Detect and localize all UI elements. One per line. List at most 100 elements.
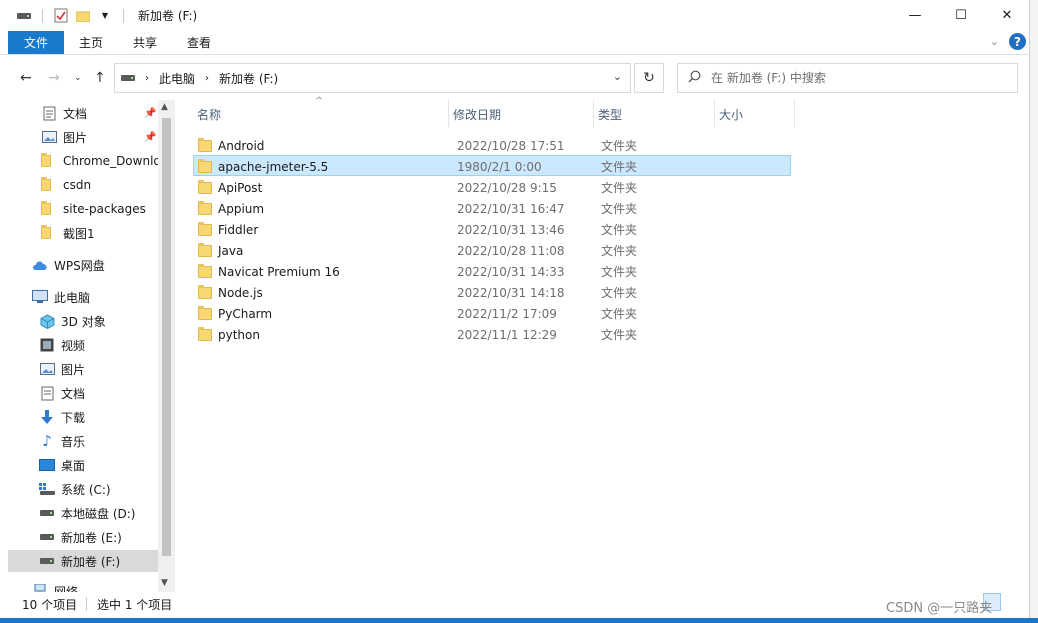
- file-row[interactable]: Navicat Premium 16 2022/10/31 14:33 文件夹: [193, 260, 791, 281]
- file-date-cell: 2022/11/2 17:09: [457, 306, 557, 321]
- scroll-down-icon[interactable]: ▼: [161, 578, 168, 588]
- nav-item-csdn[interactable]: csdn: [8, 174, 158, 196]
- breadcrumb-drive-f[interactable]: 新加卷 (F:): [219, 70, 278, 87]
- cloud-icon: [32, 257, 48, 273]
- nav-item-drive-d[interactable]: 本地磁盘 (D:): [8, 502, 158, 524]
- file-row[interactable]: ApiPost 2022/10/28 9:15 文件夹: [193, 176, 791, 197]
- system-drive-icon: [39, 481, 55, 497]
- folder-icon: [41, 177, 57, 193]
- refresh-button[interactable]: ↻: [634, 63, 664, 93]
- customize-toolbar-icon[interactable]: ▼: [97, 8, 113, 24]
- address-bar[interactable]: › 此电脑 › 新加卷 (F:) ⌄: [114, 63, 631, 93]
- nav-item-drive-f[interactable]: 新加卷 (F:): [8, 550, 158, 572]
- nav-item-pictures[interactable]: 图片 📌: [8, 126, 158, 148]
- close-button[interactable]: ✕: [984, 0, 1030, 31]
- nav-item-network[interactable]: 网络: [8, 580, 158, 592]
- file-date-cell: 2022/10/28 17:51: [457, 138, 565, 153]
- navigation-pane: 文档 📌 图片 📌 Chrome_Downloads csdn site-pac…: [8, 100, 158, 592]
- file-row[interactable]: Node.js 2022/10/31 14:18 文件夹: [193, 281, 791, 302]
- recent-locations-chevron-icon[interactable]: ⌄: [74, 73, 82, 83]
- nav-item-wps-cloud[interactable]: WPS网盘: [8, 254, 158, 276]
- file-type-cell: 文件夹: [601, 328, 638, 342]
- column-header-size[interactable]: 大小: [715, 100, 795, 128]
- nav-item-documents-pc[interactable]: 文档: [8, 382, 158, 404]
- nav-item-this-pc[interactable]: 此电脑: [8, 286, 158, 308]
- file-name-cell: Android: [198, 135, 264, 156]
- file-row[interactable]: Java 2022/10/28 11:08 文件夹: [193, 239, 791, 260]
- tab-home[interactable]: 主页: [64, 31, 118, 54]
- breadcrumb-this-pc[interactable]: 此电脑: [159, 70, 195, 87]
- forward-arrow-icon[interactable]: →: [48, 70, 60, 86]
- drive-icon: [39, 529, 55, 545]
- item-count: 10 个项目: [22, 597, 78, 612]
- file-name-cell: Fiddler: [198, 219, 258, 240]
- properties-icon[interactable]: [53, 8, 69, 24]
- download-icon: [39, 409, 55, 425]
- tab-share[interactable]: 共享: [118, 31, 172, 54]
- tab-file[interactable]: 文件: [8, 31, 64, 54]
- tab-view[interactable]: 查看: [172, 31, 226, 54]
- nav-item-downloads[interactable]: 下载: [8, 406, 158, 428]
- file-type-cell: 文件夹: [601, 265, 638, 279]
- title-bar: ▼ 新加卷 (F:) — ☐ ✕: [0, 0, 1030, 31]
- pictures-icon: [41, 129, 57, 145]
- nav-item-drive-e[interactable]: 新加卷 (E:): [8, 526, 158, 548]
- file-date-cell: 2022/10/31 14:33: [457, 264, 565, 279]
- file-date-cell: 2022/11/1 12:29: [457, 327, 557, 342]
- file-row[interactable]: Android 2022/10/28 17:51 文件夹: [193, 134, 791, 155]
- up-arrow-icon[interactable]: ↑: [94, 70, 106, 86]
- file-name-cell: ApiPost: [198, 177, 262, 198]
- nav-item-music[interactable]: ♪ 音乐: [8, 430, 158, 452]
- pictures-icon: [39, 361, 55, 377]
- folder-icon: [41, 201, 57, 217]
- folder-icon: [198, 242, 212, 257]
- nav-pane-scrollbar[interactable]: ▲ ▼: [158, 100, 175, 592]
- nav-item-desktop[interactable]: 桌面: [8, 454, 158, 476]
- search-input[interactable]: [711, 71, 1001, 85]
- column-header-date[interactable]: 修改日期: [449, 100, 594, 128]
- column-header-name[interactable]: 名称 ^: [193, 96, 449, 128]
- breadcrumb-separator-icon: ›: [205, 72, 210, 84]
- search-box[interactable]: [677, 63, 1018, 93]
- pin-icon[interactable]: 📌: [144, 132, 156, 143]
- file-row[interactable]: PyCharm 2022/11/2 17:09 文件夹: [193, 302, 791, 323]
- desktop-icon: [39, 457, 55, 473]
- folder-icon: [198, 158, 212, 173]
- file-row[interactable]: Fiddler 2022/10/31 13:46 文件夹: [193, 218, 791, 239]
- file-row[interactable]: python 2022/11/1 12:29 文件夹: [193, 323, 791, 344]
- nav-item-documents[interactable]: 文档 📌: [8, 102, 158, 124]
- nav-item-screenshots[interactable]: 截图1: [8, 222, 158, 244]
- back-arrow-icon[interactable]: ←: [20, 70, 32, 86]
- column-header-type[interactable]: 类型: [594, 100, 715, 128]
- document-icon: [39, 385, 55, 401]
- address-dropdown-icon[interactable]: ⌄: [613, 70, 622, 83]
- nav-item-pictures-pc[interactable]: 图片: [8, 358, 158, 380]
- nav-item-3d-objects[interactable]: 3D 对象: [8, 310, 158, 332]
- nav-item-drive-c[interactable]: 系统 (C:): [8, 478, 158, 500]
- file-type-cell: 文件夹: [601, 202, 638, 216]
- nav-item-videos[interactable]: 视频: [8, 334, 158, 356]
- sort-ascending-icon: ^: [315, 96, 324, 107]
- file-row[interactable]: apache-jmeter-5.5 1980/2/1 0:00 文件夹: [193, 155, 791, 176]
- toolbar-divider: [123, 8, 124, 23]
- scroll-up-icon[interactable]: ▲: [161, 102, 168, 112]
- search-icon: [688, 70, 701, 86]
- file-name-cell: python: [198, 324, 260, 345]
- minimize-button[interactable]: —: [892, 0, 938, 31]
- pin-icon[interactable]: 📌: [144, 108, 156, 119]
- file-type-cell: 文件夹: [601, 244, 638, 258]
- folder-icon: [41, 153, 57, 169]
- nav-item-chrome-downloads[interactable]: Chrome_Downloads: [8, 150, 158, 172]
- help-button[interactable]: ?: [1009, 33, 1026, 50]
- scrollbar-thumb[interactable]: [162, 118, 171, 556]
- taskbar-edge: [0, 618, 1038, 623]
- drive-icon: [16, 8, 32, 24]
- new-folder-icon[interactable]: [75, 8, 91, 24]
- background-window-edge: [1030, 0, 1038, 623]
- file-row[interactable]: Appium 2022/10/31 16:47 文件夹: [193, 197, 791, 218]
- file-name-cell: Node.js: [198, 282, 263, 303]
- breadcrumb: › 此电脑 › 新加卷 (F:): [115, 70, 278, 87]
- maximize-button[interactable]: ☐: [938, 0, 984, 31]
- nav-item-site-packages[interactable]: site-packages: [8, 198, 158, 220]
- expand-ribbon-icon[interactable]: ⌄: [990, 35, 999, 48]
